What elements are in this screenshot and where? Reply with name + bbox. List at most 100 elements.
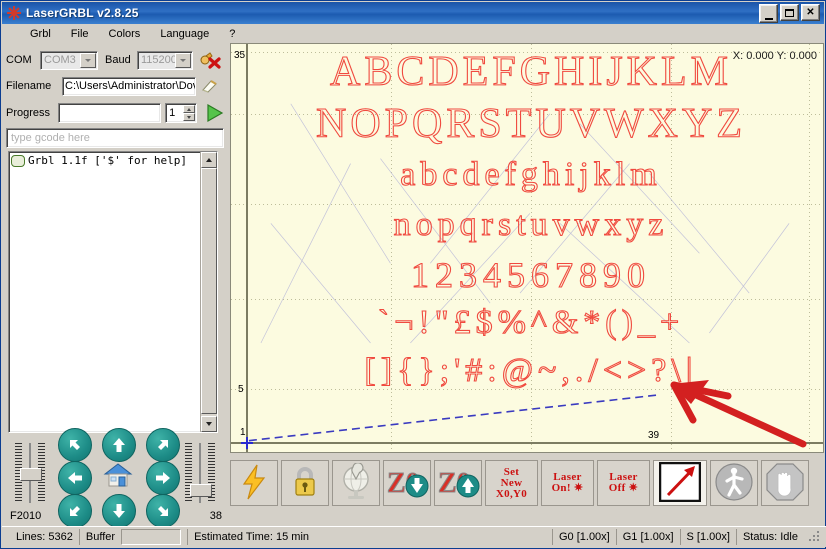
set-new-origin-label: Set New X0,Y0 — [495, 466, 528, 500]
walk-frame-button[interactable] — [710, 460, 758, 506]
com-label: COM — [6, 54, 32, 66]
engraved-row-uppercase-1: ABCDEFGHIJKLM — [329, 48, 733, 95]
laser-on-button[interactable]: Laser On! ✷ — [541, 460, 594, 506]
play-triangle-icon[interactable] — [203, 102, 225, 124]
y-axis-mid-label: 5 — [238, 384, 244, 395]
jog-left-button[interactable] — [58, 461, 92, 495]
estimated-time-cell: Estimated Time: 15 min — [187, 529, 315, 545]
disconnect-plug-icon[interactable] — [199, 50, 221, 70]
set-z-down-button[interactable]: Z0 — [383, 460, 431, 506]
stepper-down-icon[interactable] — [183, 113, 195, 121]
laser-burst-icon: ✷ — [573, 482, 584, 494]
jog-down-right-button[interactable] — [146, 494, 180, 528]
slider-thumb[interactable] — [190, 484, 212, 497]
menu-item-help[interactable]: ? — [219, 26, 245, 42]
frame-diagonal-button[interactable] — [653, 460, 707, 506]
minimize-button[interactable] — [759, 4, 778, 23]
engraved-row-symbols-1: `¬!"£$%^&*()_+ — [377, 303, 685, 341]
machine-status-cell: Status: Idle — [735, 529, 808, 545]
progress-label: Progress — [6, 107, 51, 119]
jog-up-button[interactable] — [102, 428, 136, 462]
jog-down-button[interactable] — [102, 494, 136, 528]
progress-row: Progress 1 — [6, 101, 225, 125]
lock-button[interactable] — [281, 460, 329, 506]
jog-right-button[interactable] — [146, 461, 180, 495]
lines-label: Lines: — [16, 531, 46, 543]
menu-item-grbl[interactable]: Grbl — [20, 26, 61, 42]
estimated-time-label: Estimated Time: — [194, 531, 273, 543]
status-value: Idle — [780, 531, 798, 543]
engraved-row-digits: 1234567890 — [410, 254, 651, 295]
jog-up-right-button[interactable] — [146, 428, 180, 462]
x-axis-line — [231, 442, 823, 444]
chevron-down-icon[interactable] — [175, 52, 191, 68]
baud-rate-value: 115200 — [141, 54, 177, 66]
close-button[interactable]: ✕ — [801, 4, 820, 21]
maximize-button[interactable] — [780, 4, 799, 21]
set-new-origin-button[interactable]: Set New X0,Y0 — [485, 460, 538, 506]
stepper-arrows[interactable] — [183, 105, 195, 121]
laser-off-label: Laser Off ✷ — [609, 472, 638, 494]
s-override-cell[interactable]: S [1.00x] — [679, 529, 736, 545]
stop-button[interactable] — [761, 460, 809, 506]
engraved-row-lowercase-2: nopqrstuvwxyz — [393, 205, 669, 243]
laser-off-line2: Off — [608, 482, 626, 494]
x-axis-right-label: 39 — [648, 430, 660, 441]
set-z-up-button[interactable]: Z0 — [434, 460, 482, 506]
estimated-time-value: 15 min — [275, 531, 310, 543]
y-axis-origin-label: 1 — [240, 427, 246, 438]
repeat-count-stepper[interactable]: 1 — [165, 103, 197, 123]
engraved-artwork: ABCDEFGHIJKLM NOPQRSTUVWXYZ abcdefghijkl… — [251, 46, 811, 436]
slider-thumb[interactable] — [20, 468, 42, 481]
cursor-coordinate-readout: X: 0.000 Y: 0.000 — [732, 50, 817, 62]
speed-slider[interactable]: F2010 — [8, 441, 52, 522]
scrollbar-thumb[interactable] — [201, 168, 217, 414]
laser-off-button[interactable]: Laser Off ✷ — [597, 460, 650, 506]
progress-bar — [58, 103, 162, 123]
gcode-placeholder: type gcode here — [11, 132, 90, 144]
laser-on-line2: On! — [551, 482, 571, 494]
jog-home-button[interactable] — [103, 461, 133, 489]
lasergrbl-spark-icon — [6, 5, 22, 21]
console-log[interactable]: Grbl 1.1f ['$' for help] — [8, 151, 218, 433]
console-scrollbar[interactable] — [200, 152, 217, 432]
main-content: COM COM3 Baud 115200 Filename C:\Users\A… — [2, 43, 826, 528]
buffer-cell: Buffer — [78, 529, 187, 545]
homing-button[interactable] — [332, 460, 380, 506]
unlock-power-button[interactable] — [230, 460, 278, 506]
title-bar: LaserGRBL v2.8.25 ✕ — [2, 2, 824, 24]
scroll-down-icon[interactable] — [201, 416, 217, 432]
stepper-up-icon[interactable] — [183, 105, 195, 113]
status-bar: Lines: 5362 Buffer Estimated Time: 15 mi… — [2, 526, 826, 547]
speech-bubble-icon — [11, 154, 25, 167]
com-port-select[interactable]: COM3 — [40, 50, 98, 70]
eraser-icon[interactable] — [199, 76, 219, 96]
jog-button-grid — [58, 428, 180, 528]
resize-grip[interactable] — [808, 530, 822, 544]
baud-label: Baud — [105, 54, 131, 66]
menu-item-language[interactable]: Language — [150, 26, 219, 42]
set-new-origin-line3: X0,Y0 — [495, 487, 528, 500]
power-slider[interactable]: 38 — [178, 441, 222, 522]
engraved-row-uppercase-2: NOPQRSTUVWXYZ — [315, 100, 746, 147]
right-panel: ABCDEFGHIJKLM NOPQRSTUVWXYZ abcdefghijkl… — [230, 43, 824, 517]
padlock-icon — [290, 464, 320, 503]
scroll-up-icon[interactable] — [201, 152, 217, 168]
left-control-panel: COM COM3 Baud 115200 Filename C:\Users\A… — [6, 43, 225, 528]
z0-down-icon: Z0 — [385, 464, 429, 503]
chevron-down-icon[interactable] — [80, 52, 96, 68]
g1-override-cell[interactable]: G1 [1.00x] — [615, 529, 680, 545]
gcode-preview-canvas[interactable]: ABCDEFGHIJKLM NOPQRSTUVWXYZ abcdefghijkl… — [230, 43, 824, 453]
menu-item-file[interactable]: File — [61, 26, 99, 42]
jog-down-left-button[interactable] — [58, 494, 92, 528]
menu-item-colors[interactable]: Colors — [99, 26, 151, 42]
jog-up-left-button[interactable] — [58, 428, 92, 462]
jog-panel: F2010 38 — [6, 428, 225, 528]
laser-burst-icon: ✷ — [628, 482, 639, 494]
gcode-input[interactable]: type gcode here — [6, 128, 224, 148]
g0-override-cell[interactable]: G0 [1.00x] — [551, 529, 616, 545]
status-label: Status: — [742, 531, 778, 543]
repeat-count-value: 1 — [169, 107, 176, 119]
filename-field[interactable]: C:\Users\Administrator\Dov — [62, 76, 196, 96]
baud-rate-select[interactable]: 115200 — [137, 50, 193, 70]
